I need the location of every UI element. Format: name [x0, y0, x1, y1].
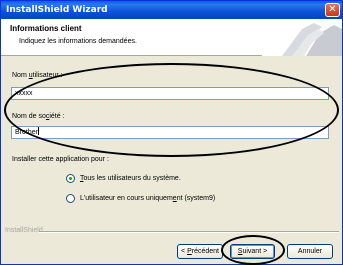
- current-user-post: nt (system9): [176, 195, 216, 202]
- page-title: Informations client: [10, 24, 82, 33]
- annotation-oval-fields: [4, 63, 339, 157]
- title-bar[interactable]: InstallShield Wizard ✕: [1, 1, 342, 19]
- radio-all-users-label[interactable]: Tous les utilisateurs du système.: [80, 175, 181, 182]
- header-panel: Informations client Indiquez les informa…: [1, 19, 342, 56]
- radio-all-users[interactable]: [66, 174, 75, 183]
- window-title: InstallShield Wizard: [6, 5, 108, 15]
- install-for-label: Installer cette application pour :: [12, 156, 109, 163]
- user-name-label-pre: Nom: [12, 72, 29, 79]
- radio-current-user[interactable]: [66, 194, 75, 203]
- back-button-post: récédent: [191, 248, 219, 255]
- footer-divider: [39, 231, 339, 233]
- all-users-post: ous les utilisateurs du système.: [83, 175, 181, 182]
- close-icon: ✕: [328, 4, 337, 15]
- page-subtitle: Indiquez les informations demandées.: [19, 38, 137, 45]
- annotation-oval-next: [221, 235, 285, 265]
- current-user-pre: L'utilisateur en cours uniquem: [80, 195, 173, 202]
- radio-current-user-label[interactable]: L'utilisateur en cours uniquement (syste…: [80, 195, 215, 202]
- installshield-window: InstallShield Wizard ✕ Informations clie…: [0, 0, 343, 265]
- close-button[interactable]: ✕: [325, 3, 340, 17]
- installshield-brand: InstallShield: [5, 227, 43, 234]
- back-button[interactable]: < Précédent: [177, 244, 223, 259]
- cancel-button[interactable]: Annuler: [287, 244, 333, 259]
- wizard-graphic-icon: [262, 19, 342, 56]
